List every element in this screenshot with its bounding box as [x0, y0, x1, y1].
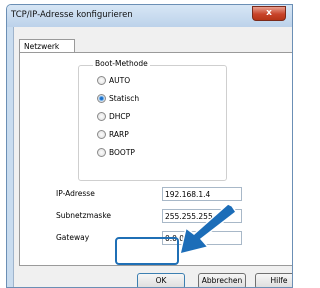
radio-label: Statisch: [109, 93, 140, 103]
ip-address-field[interactable]: [162, 187, 242, 201]
radio-icon: [97, 147, 106, 157]
boot-method-legend: Boot-Methode: [93, 59, 150, 68]
gateway-label: Gateway: [56, 233, 90, 242]
close-icon: x: [266, 8, 272, 18]
radio-label: DHCP: [109, 111, 131, 121]
cancel-button[interactable]: Abbrechen: [198, 273, 246, 287]
radio-label: AUTO: [109, 75, 131, 85]
window-title: TCP/IP-Adresse konfigurieren: [11, 10, 133, 20]
subnet-mask-label: Subnetzmaske: [56, 211, 112, 220]
radio-icon: [97, 111, 106, 121]
pointer-arrow-icon: [178, 203, 236, 256]
ip-address-label: IP-Adresse: [56, 189, 95, 198]
tab-netzwerk[interactable]: Netzwerk: [19, 39, 75, 53]
radio-icon: [97, 129, 106, 139]
radio-auto[interactable]: AUTO: [97, 74, 130, 86]
title-bar: TCP/IP-Adresse konfigurieren x: [7, 5, 292, 27]
radio-statisch[interactable]: Statisch: [97, 92, 139, 104]
ok-highlight-frame: [115, 237, 179, 265]
tab-panel-netzwerk: Boot-Methode AUTO Statisch DHCP RARP BOO…: [19, 52, 292, 266]
radio-label: BOOTP: [109, 147, 135, 157]
close-button[interactable]: x: [252, 6, 286, 21]
radio-icon: [97, 75, 106, 85]
tab-label: Netzwerk: [24, 42, 60, 51]
radio-selected-icon: [97, 93, 106, 103]
help-button[interactable]: Hilfe: [255, 273, 292, 287]
radio-bootp[interactable]: BOOTP: [97, 146, 135, 158]
radio-label: RARP: [109, 129, 129, 139]
radio-dhcp[interactable]: DHCP: [97, 110, 130, 122]
ok-button[interactable]: OK: [137, 273, 185, 287]
radio-rarp[interactable]: RARP: [97, 128, 129, 140]
